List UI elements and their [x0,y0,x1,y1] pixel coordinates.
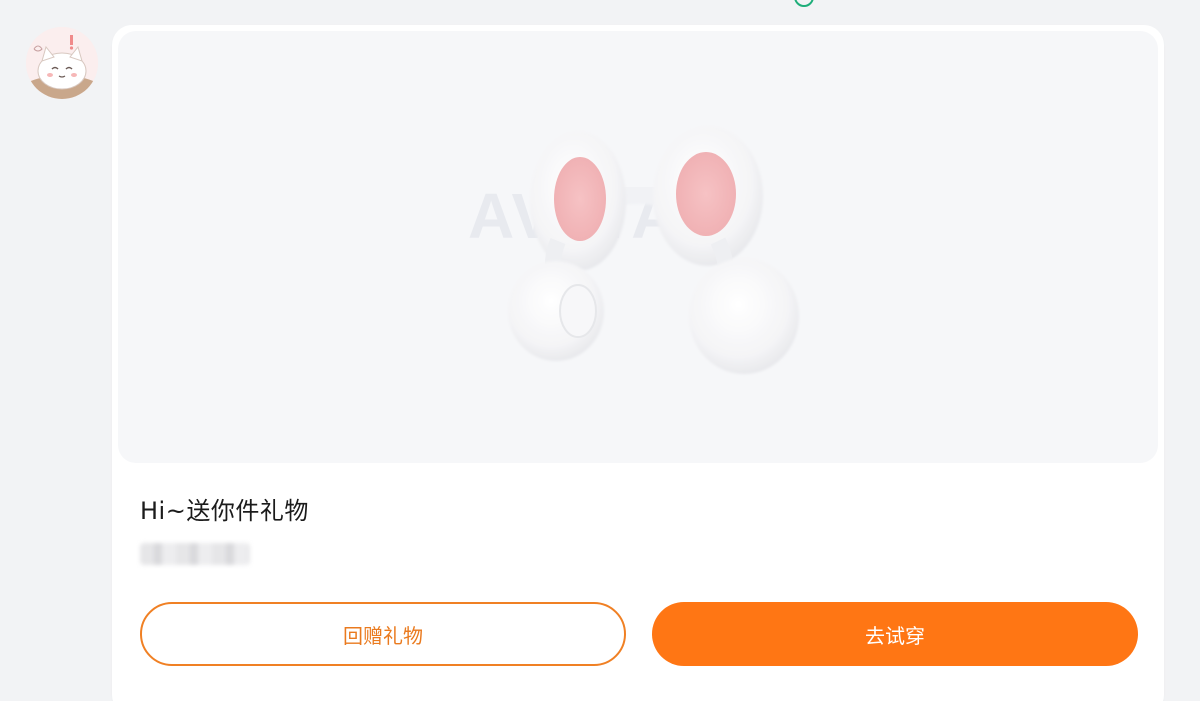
bunny-ear-headband-icon [508,126,799,374]
return-gift-button[interactable]: 回赠礼物 [140,602,626,666]
chat-page: AVATAR [0,0,1200,701]
try-on-button[interactable]: 去试穿 [652,602,1138,666]
gift-title: Hi~送你件礼物 [140,497,309,525]
gift-image[interactable]: AVATAR [118,31,1158,463]
status-ring-icon [794,0,814,7]
gift-card: AVATAR [112,25,1164,701]
sender-name-blurred [140,543,250,565]
avatar[interactable] [26,27,98,99]
cat-avatar-icon [26,27,98,99]
